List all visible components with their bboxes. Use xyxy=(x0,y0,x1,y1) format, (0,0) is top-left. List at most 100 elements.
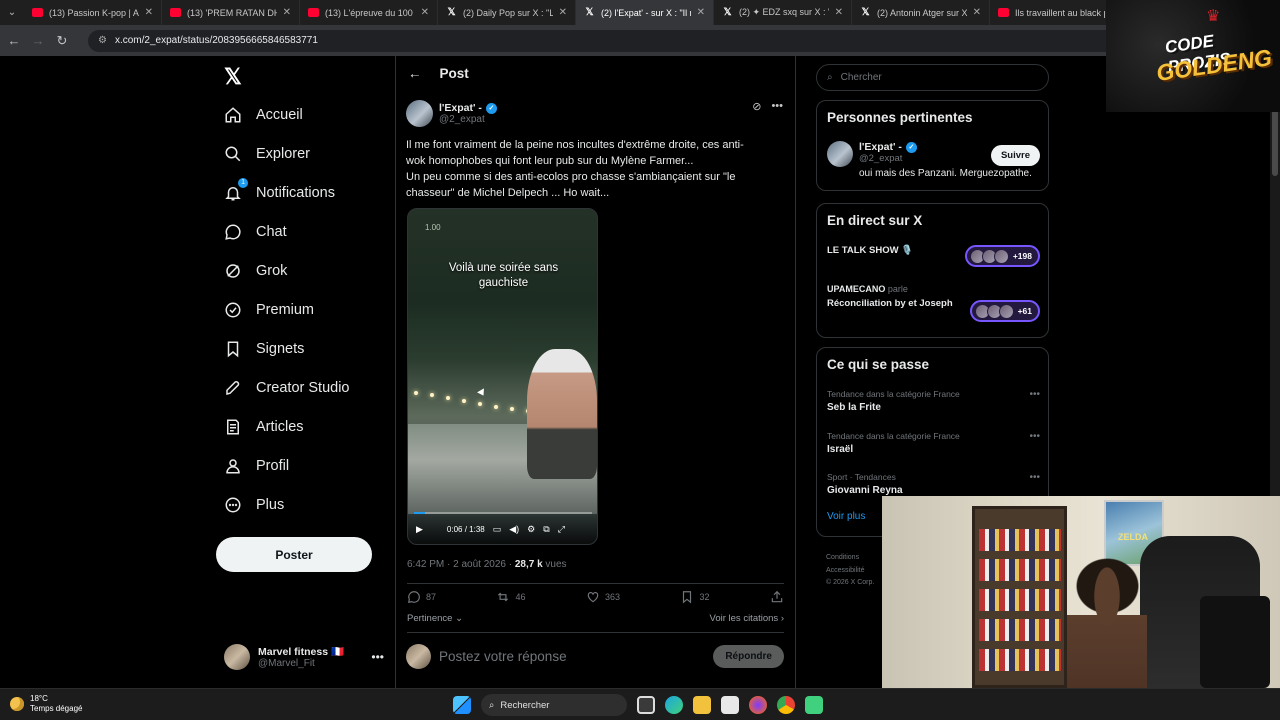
more-dots-icon[interactable]: ••• xyxy=(771,100,783,113)
browser-tab[interactable]: (13) Passion K-pop | ARTE ✕ xyxy=(24,0,162,25)
nav-item-articles[interactable]: Articles xyxy=(224,418,304,436)
live-item[interactable]: UPAMECANO parle Réconciliation by et Jos… xyxy=(827,284,1040,322)
account-switcher[interactable]: Marvel fitness 🇫🇷 @Marvel_Fit ••• xyxy=(224,644,384,670)
account-name: Marvel fitness 🇫🇷 xyxy=(258,646,345,658)
close-icon[interactable]: ✕ xyxy=(283,7,291,18)
verified-icon: ✓ xyxy=(905,141,917,153)
stream-logo-overlay: ♛ CODE PROZIS GOLDENG xyxy=(1106,0,1280,112)
grok-icon xyxy=(224,262,242,280)
close-icon[interactable]: ✕ xyxy=(145,7,153,18)
nav-item-premium[interactable]: Premium xyxy=(224,301,314,319)
forward-icon[interactable]: → xyxy=(30,33,46,48)
play-icon[interactable]: ▶ xyxy=(416,524,423,535)
like-button[interactable]: 363 xyxy=(586,590,620,604)
nav-item-more[interactable]: Plus xyxy=(224,496,284,514)
taskbar-search[interactable]: ⌕ Rechercher xyxy=(481,694,627,716)
nav-item-bookmarks[interactable]: Signets xyxy=(224,340,304,358)
nav-item-grok[interactable]: Grok xyxy=(224,262,287,280)
home-icon xyxy=(224,106,242,124)
weather-widget[interactable]: 18°C Temps dégagé xyxy=(10,694,82,714)
video-player[interactable]: 1.00 Voilà une soirée sans gauchiste ▶ 0… xyxy=(407,208,598,545)
settings-icon[interactable]: ⚙ xyxy=(527,524,535,535)
more-dots-icon[interactable]: ••• xyxy=(1029,472,1040,483)
more-dots-icon[interactable]: ••• xyxy=(371,650,384,664)
bookmark-button[interactable]: 32 xyxy=(680,590,709,604)
trend-item[interactable]: Tendance dans la catégorie France Seb la… xyxy=(827,389,1040,413)
firefox-icon[interactable] xyxy=(749,696,767,714)
back-icon[interactable]: ← xyxy=(6,33,22,48)
live-item[interactable]: LE TALK SHOW 🎙️ +198 xyxy=(827,244,1040,267)
author-avatar[interactable] xyxy=(406,100,433,127)
file-explorer-icon[interactable] xyxy=(693,696,711,714)
browser-tab[interactable]: (13) L'épreuve du 100 mè ✕ xyxy=(300,0,438,25)
nav-label: Profil xyxy=(256,458,290,474)
rocket-icon xyxy=(224,379,242,397)
nav-item-profile[interactable]: Profil xyxy=(224,457,289,475)
browser-tab[interactable]: 𝕏 (2) Daily Pop sur X : "Le t ✕ xyxy=(438,0,576,25)
task-view-icon[interactable] xyxy=(637,696,655,714)
share-button[interactable] xyxy=(770,590,784,604)
app-icon[interactable] xyxy=(805,696,823,714)
host-name: UPAMECANO xyxy=(827,284,886,294)
trend-item[interactable]: Tendance dans la catégorie France Israël… xyxy=(827,431,1040,455)
captions-icon[interactable]: ▭ xyxy=(493,524,502,535)
repost-icon xyxy=(498,592,509,602)
nav-item-explore[interactable]: Explorer xyxy=(224,145,310,163)
grok-icon[interactable]: ⊘ xyxy=(752,100,761,113)
close-icon[interactable]: ✕ xyxy=(973,7,981,18)
close-icon[interactable]: ✕ xyxy=(421,7,429,18)
nav-item-chat[interactable]: Chat xyxy=(224,223,287,241)
repost-button[interactable]: 46 xyxy=(496,590,526,604)
footer-link[interactable]: Conditions xyxy=(826,552,874,565)
x-icon: 𝕏 xyxy=(723,7,732,18)
reply-button[interactable]: 87 xyxy=(407,590,436,604)
browser-tab[interactable]: 𝕏 (2) ✦ EDZ sxq sur X : "Pers ✕ xyxy=(714,0,852,25)
fullscreen-icon[interactable]: ⤢ xyxy=(558,524,565,535)
reply-submit-button[interactable]: Répondre xyxy=(713,645,784,668)
nav-item-notifications[interactable]: 1 Notifications xyxy=(224,178,335,202)
reply-input[interactable]: Postez votre réponse xyxy=(439,649,705,664)
more-dots-icon[interactable]: ••• xyxy=(1029,389,1040,400)
relevant-person[interactable]: l'Expat' - ✓ @2_expat oui mais des Panzan… xyxy=(827,141,1040,179)
edge-icon[interactable] xyxy=(665,696,683,714)
nav-item-creator-studio[interactable]: Creator Studio xyxy=(224,379,350,397)
reload-icon[interactable]: ↻ xyxy=(54,33,70,49)
tab-label: (2) ✦ EDZ sxq sur X : "Pers xyxy=(739,7,829,17)
see-more-link[interactable]: Voir plus xyxy=(827,511,865,522)
trend-item[interactable]: Sport · Tendances Giovanni Reyna ••• xyxy=(827,472,1040,496)
close-icon[interactable]: ✕ xyxy=(835,7,843,18)
relevant-people-card: Personnes pertinentes l'Expat' - ✓ @2_exp… xyxy=(816,100,1049,191)
weather-temp: 18°C xyxy=(30,694,48,703)
browser-tab[interactable]: 𝕏 (2) Antonin Atger sur X : " ✕ xyxy=(852,0,990,25)
footer-link[interactable]: Accessibilité xyxy=(826,565,874,578)
share-icon xyxy=(771,590,783,603)
quotes-link[interactable]: Voir les citations › xyxy=(710,613,784,624)
chrome-icon[interactable] xyxy=(777,696,795,714)
tab-search-icon[interactable]: ⌄ xyxy=(0,0,24,25)
nav-item-home[interactable]: Accueil xyxy=(224,106,303,124)
browser-tab[interactable]: 𝕏 (2) l'Expat' - sur X : "Il me ✕ xyxy=(576,0,714,25)
nav-label: Chat xyxy=(256,224,287,240)
nav-label: Creator Studio xyxy=(256,380,350,396)
post-button[interactable]: Poster xyxy=(216,537,372,572)
windows-start-icon[interactable] xyxy=(453,696,471,714)
search-input[interactable]: ⌕ Chercher xyxy=(816,64,1049,91)
close-icon[interactable]: ✕ xyxy=(697,7,705,18)
heart-icon xyxy=(587,592,599,603)
more-dots-icon[interactable]: ••• xyxy=(1029,431,1040,442)
back-arrow-icon[interactable]: ← xyxy=(408,66,422,81)
close-icon[interactable]: ✕ xyxy=(559,7,567,18)
follow-button[interactable]: Suivre xyxy=(990,145,1040,166)
tab-label: (2) Antonin Atger sur X : " xyxy=(877,7,967,18)
sort-dropdown[interactable]: Pertinence ⌄ xyxy=(407,613,463,624)
post-timestamp[interactable]: 6:42 PM · 2 août 2026 · xyxy=(407,559,515,570)
post-author[interactable]: l'Expat' - ✓ @2_expat xyxy=(406,100,497,127)
url-field[interactable]: ⚙ x.com/2_expat/status/20839566658465837… xyxy=(88,29,1168,52)
browser-tab[interactable]: (13) 'PREM RATAN DHAN ✕ xyxy=(162,0,300,25)
store-icon[interactable] xyxy=(721,696,739,714)
volume-icon[interactable]: ◀) xyxy=(509,524,519,535)
x-logo-icon[interactable]: 𝕏 xyxy=(224,64,242,90)
site-info-icon[interactable]: ⚙ xyxy=(98,35,107,46)
pip-icon[interactable]: ⧉ xyxy=(543,524,549,535)
avatar[interactable] xyxy=(827,141,853,167)
